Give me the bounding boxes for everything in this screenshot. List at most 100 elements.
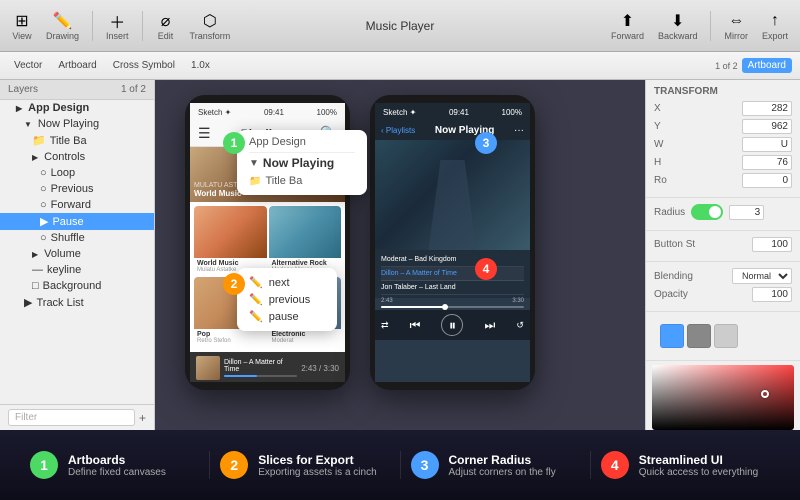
- toolbar-drawing-btn[interactable]: ✏️ Drawing: [42, 9, 83, 43]
- toolbar-sep-1: [92, 11, 93, 41]
- toolbar-mirror-btn[interactable]: ⇔ Mirror: [720, 9, 752, 43]
- np-progress-bar[interactable]: [381, 306, 524, 308]
- backward-icon: ⬇: [668, 11, 688, 31]
- filter-input[interactable]: Filter: [8, 409, 135, 426]
- transform-section: Transform X Y W H Ro: [646, 80, 800, 198]
- toolbar2-zoom[interactable]: 1.0x: [185, 58, 216, 73]
- repeat-btn[interactable]: ↺: [516, 320, 524, 331]
- toolbar-export-btn[interactable]: ↑ Export: [758, 9, 792, 43]
- toolbar-view-btn[interactable]: ⊞ View: [8, 9, 36, 43]
- feature-4-number: 4: [611, 457, 619, 473]
- layer-app-design[interactable]: ▶ App Design: [0, 100, 154, 116]
- layer-controls[interactable]: ▶ Controls: [0, 149, 154, 165]
- play-pause-btn[interactable]: ⏸: [441, 314, 463, 336]
- layer-label-background: Background: [43, 280, 102, 292]
- playlist-card-alt[interactable]: Alternative Rock Modena Mouse: [269, 206, 342, 275]
- feature-1-title: Artboards: [68, 453, 199, 467]
- prop-row-r: Ro: [654, 173, 792, 188]
- slice-item-next: ✏️ next: [249, 274, 325, 291]
- toolbar2-cross[interactable]: Cross Symbol: [107, 58, 181, 73]
- layer-label-pause: Pause: [52, 216, 83, 228]
- swatch-gray[interactable]: [687, 324, 711, 348]
- np-header: ‹ Playlists Now Playing ···: [375, 121, 530, 140]
- swatch-blue[interactable]: [660, 324, 684, 348]
- phone-right: Sketch ✦ 09:41 100% ‹ Playlists Now Play…: [370, 95, 535, 390]
- button-style-value[interactable]: [752, 237, 792, 252]
- np-bar-track: Dillon – A Matter of Time: [224, 359, 297, 373]
- layer-shuffle[interactable]: ○ Shuffle: [0, 230, 154, 246]
- left-panel-header: Layers 1 of 2: [0, 80, 154, 100]
- feature-1-text: Artboards Define fixed canvases: [68, 453, 199, 478]
- prop-value-h[interactable]: [742, 155, 792, 170]
- callout1-item2: 📁 Title Ba: [249, 173, 355, 189]
- feature-ui: 4 Streamlined UI Quick access to everyth…: [591, 451, 780, 479]
- np-track-3: Jon Talaber – Last Land: [381, 281, 524, 295]
- playlist-thumb-alt: [269, 206, 342, 258]
- layer-arrow-controls: ▶: [32, 153, 38, 162]
- pagination: 1 of 2: [715, 61, 738, 71]
- prev-btn[interactable]: ⏮: [410, 318, 421, 333]
- layer-forward[interactable]: ○ Forward: [0, 197, 154, 213]
- hamburger-icon: ☰: [198, 125, 211, 142]
- toolbar2-artboard[interactable]: Artboard: [52, 58, 102, 73]
- phone-right-carrier: Sketch ✦: [383, 108, 416, 117]
- insert-icon: ＋: [107, 11, 127, 31]
- layer-label-app-design: App Design: [28, 102, 89, 114]
- layer-label-previous: Previous: [51, 183, 94, 195]
- feature-4-desc: Quick access to everything: [639, 467, 770, 478]
- radius-toggle[interactable]: [691, 204, 723, 220]
- swatch-lightgray[interactable]: [714, 324, 738, 348]
- loop-icon: ○: [40, 167, 47, 179]
- prop-value-r[interactable]: [742, 173, 792, 188]
- toolbar-backward-btn[interactable]: ⬇ Backward: [654, 9, 702, 43]
- color-gradient-widget[interactable]: [652, 365, 794, 430]
- now-playing-label: Now Playing: [263, 156, 334, 170]
- next-btn[interactable]: ⏭: [485, 318, 496, 333]
- layer-volume[interactable]: ▶ Volume: [0, 246, 154, 262]
- shuffle-btn[interactable]: ⇄: [381, 320, 389, 331]
- feature-2-number: 2: [230, 457, 238, 473]
- toolbar-transform-btn[interactable]: ⬡ Transform: [186, 9, 235, 43]
- feature-4-title: Streamlined UI: [639, 453, 770, 467]
- button-style-row: Button St: [654, 237, 792, 252]
- feature-3-number: 3: [421, 457, 429, 473]
- playlist-artist-electronic: Moderat: [272, 338, 339, 344]
- np-progress-fill: [381, 306, 445, 308]
- layer-background[interactable]: □ Background: [0, 278, 154, 294]
- toolbar-edit-btn[interactable]: ⌀ Edit: [152, 9, 180, 43]
- layer-loop[interactable]: ○ Loop: [0, 165, 154, 181]
- transform-title: Transform: [654, 86, 792, 97]
- layer-track-list[interactable]: ▶ Track List: [0, 294, 154, 311]
- opacity-value[interactable]: [752, 287, 792, 302]
- feature-1-desc: Define fixed canvases: [68, 467, 199, 478]
- layer-title-ba[interactable]: 📁 Title Ba: [0, 132, 154, 149]
- toolbar-forward-btn[interactable]: ⬆ Forward: [607, 9, 648, 43]
- layer-label-loop: Loop: [51, 167, 75, 179]
- toolbar2-vector[interactable]: Vector: [8, 58, 48, 73]
- back-btn[interactable]: ‹ Playlists: [381, 126, 415, 135]
- layer-keyline[interactable]: — keyline: [0, 262, 154, 278]
- layer-now-playing[interactable]: ▼ Now Playing: [0, 116, 154, 132]
- layer-previous[interactable]: ○ Previous: [0, 181, 154, 197]
- blending-select[interactable]: Normal: [732, 268, 792, 284]
- folder-icon-1: 📁: [32, 134, 46, 147]
- feature-2-text: Slices for Export Exporting assets is a …: [258, 453, 389, 478]
- np-bar-time: 2:43 / 3:30: [301, 364, 339, 373]
- radius-value[interactable]: [729, 205, 764, 220]
- prop-value-w[interactable]: [742, 137, 792, 152]
- feature-2-balloon: 2: [220, 451, 248, 479]
- layer-pause[interactable]: ▶ Pause: [0, 213, 154, 230]
- prop-row-y: Y: [654, 119, 792, 134]
- feature-2-title: Slices for Export: [258, 453, 389, 467]
- play-pause-icon: ⏸: [449, 317, 456, 334]
- toolbar2-artboard-active[interactable]: Artboard: [742, 58, 792, 73]
- prop-value-x[interactable]: [742, 101, 792, 116]
- feature-3-desc: Adjust corners on the fly: [449, 467, 580, 478]
- phone-left-np-bar: Dillon – A Matter of Time 2:43 / 3:30: [190, 352, 345, 382]
- prop-label-x: X: [654, 103, 661, 114]
- filter-add-icon[interactable]: +: [139, 411, 146, 425]
- playlist-card-world[interactable]: World Music Mulatu Astatke: [194, 206, 267, 275]
- playlist-name-electronic: Electronic: [272, 331, 339, 338]
- toolbar-insert-btn[interactable]: ＋ Insert: [102, 9, 133, 43]
- prop-value-y[interactable]: [742, 119, 792, 134]
